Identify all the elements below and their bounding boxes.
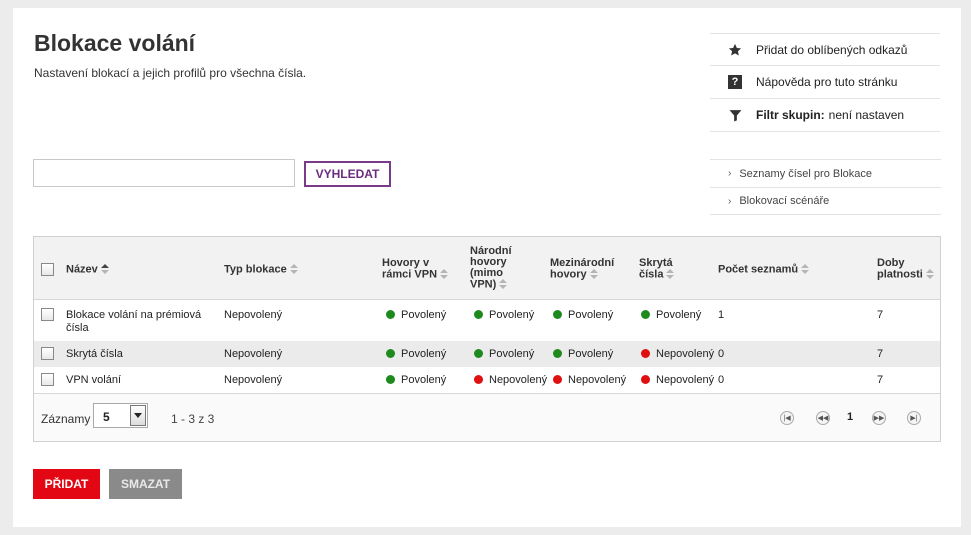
first-page-icon[interactable]: |◀ [780, 411, 794, 425]
search-button[interactable]: VYHLEDAT [304, 161, 391, 187]
group-filter-value: není nastaven [828, 108, 905, 122]
side-actions: Přidat do oblíbených odkazů ? Nápověda p… [710, 33, 940, 132]
page-size-select[interactable]: 5 [93, 403, 148, 428]
status-denied-icon [553, 375, 562, 384]
add-to-favorites-label: Přidat do oblíbených odkazů [756, 42, 908, 57]
delete-button[interactable]: SMAZAT [109, 469, 182, 499]
column-lists-count[interactable]: Počet seznamů [718, 264, 810, 275]
add-to-favorites-link[interactable]: Přidat do oblíbených odkazů [710, 33, 940, 66]
last-page-icon[interactable]: ▶| [907, 411, 921, 425]
page-size-value: 5 [103, 410, 110, 424]
row-validity: 7 [877, 374, 884, 386]
status-allowed-icon [386, 375, 395, 384]
sort-icon [801, 264, 810, 275]
table-row[interactable]: Skrytá čísla Nepovolený Povolený Povolen… [34, 341, 940, 367]
row-hidden: Nepovolený [641, 348, 714, 361]
help-icon: ? [727, 74, 743, 90]
column-national[interactable]: Národní hovory (mimo VPN) [470, 246, 512, 290]
row-lists: 0 [718, 348, 725, 360]
row-name: Blokace volání na prémiová čísla [66, 309, 202, 334]
row-type: Nepovolený [224, 348, 283, 360]
row-international: Povolený [553, 309, 613, 322]
row-national: Povolený [474, 348, 534, 361]
status-allowed-icon [386, 310, 395, 319]
main-panel: Blokace volání Nastavení blokací a jejic… [13, 8, 961, 527]
row-lists: 1 [718, 309, 725, 321]
row-checkbox[interactable] [41, 373, 54, 386]
add-button[interactable]: PŘIDAT [33, 469, 100, 499]
table-row[interactable]: Blokace volání na prémiová čísla Nepovole… [34, 301, 940, 341]
status-allowed-icon [641, 310, 650, 319]
status-allowed-icon [474, 310, 483, 319]
page-help-label: Nápověda pro tuto stránku [756, 75, 898, 89]
side-link-number-lists[interactable]: › Seznamy čísel pro Blokace [710, 159, 941, 187]
row-validity: 7 [877, 309, 884, 321]
status-allowed-icon [474, 349, 483, 358]
table-header: Název Typ blokace Hovory v rámci VPN Nár… [34, 237, 940, 300]
row-international: Nepovolený [553, 374, 626, 387]
page-title: Blokace volání [34, 30, 196, 56]
status-allowed-icon [553, 349, 562, 358]
column-hidden[interactable]: Skrytá čísla [639, 258, 675, 280]
row-vpn: Povolený [386, 309, 446, 322]
blocking-table: Název Typ blokace Hovory v rámci VPN Nár… [33, 236, 941, 442]
page-subtitle: Nastavení blokací a jejich profilů pro v… [34, 66, 307, 80]
records-range: 1 - 3 z 3 [171, 412, 215, 426]
previous-page-icon[interactable]: ◀◀ [816, 411, 830, 425]
row-checkbox[interactable] [41, 308, 54, 321]
sort-icon [499, 279, 508, 290]
row-vpn: Povolený [386, 348, 446, 361]
table-footer: Záznamy 5 1 - 3 z 3 |◀ ◀◀ 1 ▶▶ ▶| [34, 393, 940, 441]
current-page-number[interactable]: 1 [847, 411, 853, 423]
status-denied-icon [474, 375, 483, 384]
column-validity[interactable]: Doby platnosti [877, 258, 934, 280]
column-vpn[interactable]: Hovory v rámci VPN [382, 258, 449, 280]
sort-icon [440, 269, 449, 280]
table-row[interactable]: VPN volání Nepovolený Povolený Nepovolen… [34, 367, 940, 393]
chevron-right-icon: › [728, 195, 732, 207]
sort-icon [589, 269, 598, 280]
row-lists: 0 [718, 374, 725, 386]
row-name: Skrytá čísla [66, 348, 123, 360]
chevron-down-icon[interactable] [130, 405, 146, 426]
row-type: Nepovolený [224, 309, 283, 321]
side-links: › Seznamy čísel pro Blokace › Blokovací … [710, 159, 941, 215]
column-name[interactable]: Název [66, 264, 109, 275]
sort-icon [100, 264, 109, 275]
row-national: Povolený [474, 309, 534, 322]
group-filter-link[interactable]: Filtr skupin: není nastaven [710, 99, 940, 132]
column-international[interactable]: Mezinárodní hovory [550, 258, 614, 280]
row-name: VPN volání [66, 374, 122, 386]
search-input[interactable] [33, 159, 295, 187]
select-all-checkbox[interactable] [41, 263, 54, 276]
status-denied-icon [641, 349, 650, 358]
row-checkbox[interactable] [41, 347, 54, 360]
status-allowed-icon [386, 349, 395, 358]
row-validity: 7 [877, 348, 884, 360]
sort-icon [289, 264, 298, 275]
records-label: Záznamy [41, 412, 91, 426]
page-help-link[interactable]: ? Nápověda pro tuto stránku [710, 66, 940, 99]
column-type[interactable]: Typ blokace [224, 264, 298, 275]
filter-icon [727, 107, 743, 123]
row-vpn: Povolený [386, 374, 446, 387]
row-hidden: Povolený [641, 309, 701, 322]
row-national: Nepovolený [474, 374, 547, 387]
row-hidden: Nepovolený [641, 374, 714, 387]
sort-icon [925, 269, 934, 280]
group-filter-label: Filtr skupin: [756, 108, 825, 122]
status-denied-icon [641, 375, 650, 384]
next-page-icon[interactable]: ▶▶ [872, 411, 886, 425]
chevron-right-icon: › [728, 168, 732, 179]
row-type: Nepovolený [224, 374, 283, 386]
star-icon [727, 42, 743, 58]
status-allowed-icon [553, 310, 562, 319]
row-international: Povolený [553, 348, 613, 361]
side-link-blocking-scenarios[interactable]: › Blokovací scénáře [710, 187, 941, 215]
sort-icon [666, 269, 675, 280]
